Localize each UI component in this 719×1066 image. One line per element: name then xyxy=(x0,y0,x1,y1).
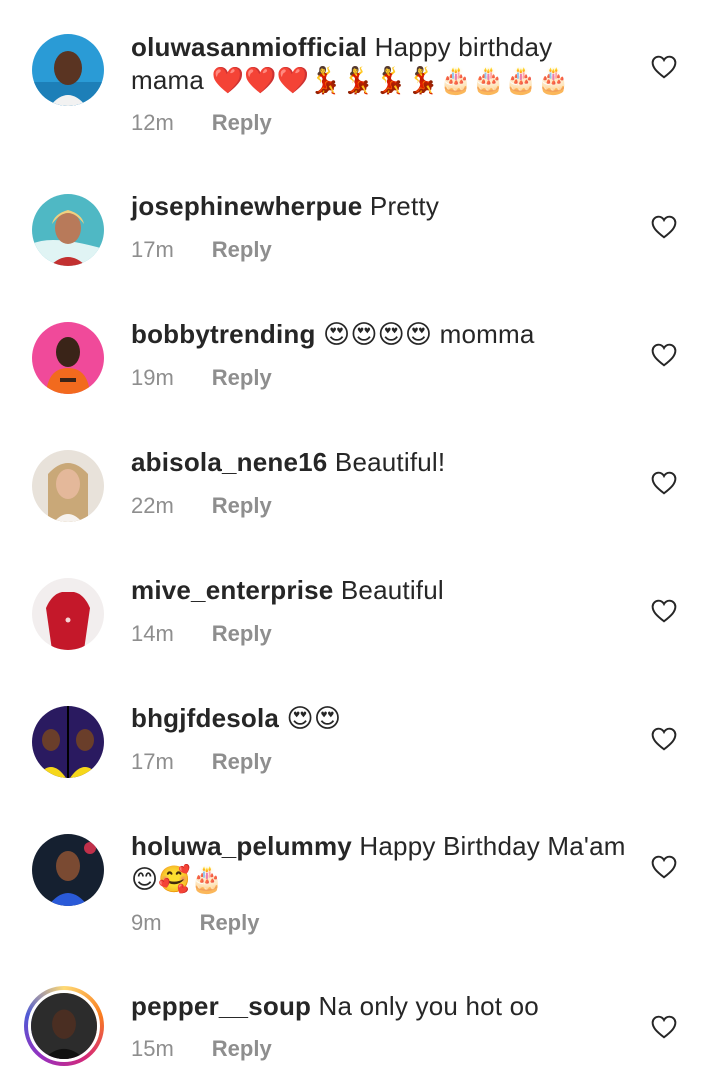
avatar-image xyxy=(28,990,100,1062)
comment-meta: 17m Reply xyxy=(131,235,272,265)
comment-username[interactable]: bobbytrending xyxy=(131,319,316,349)
comment-username[interactable]: abisola_nene16 xyxy=(131,447,327,477)
comment-text: abisola_nene16 Beautiful! xyxy=(131,446,631,479)
comment-time: 17m xyxy=(131,237,174,262)
reply-button[interactable]: Reply xyxy=(212,365,272,390)
avatar[interactable] xyxy=(24,986,104,1066)
comment-meta: 15m Reply xyxy=(131,1034,272,1064)
comment-body: 😍😍😍😍 momma xyxy=(323,319,535,349)
comment-body: Pretty xyxy=(369,191,440,221)
reply-button[interactable]: Reply xyxy=(200,910,260,935)
comment-time: 17m xyxy=(131,749,174,774)
comment-meta: 17m Reply xyxy=(131,747,272,777)
comment-time: 15m xyxy=(131,1036,174,1061)
comment-text: bobbytrending 😍😍😍😍 momma xyxy=(131,318,631,351)
comment-text: bhgjfdesola 😍😍 xyxy=(131,702,631,735)
avatar[interactable] xyxy=(32,706,104,778)
heart-outline-icon[interactable] xyxy=(651,55,677,79)
comment-time: 14m xyxy=(131,621,174,646)
reply-button[interactable]: Reply xyxy=(212,110,272,135)
comment-time: 9m xyxy=(131,910,162,935)
avatar[interactable] xyxy=(32,322,104,394)
comment-body: 😍😍 xyxy=(286,703,342,733)
avatar[interactable] xyxy=(32,450,104,522)
heart-outline-icon[interactable] xyxy=(651,727,677,751)
comment-body: Na only you hot oo xyxy=(318,991,539,1021)
reply-button[interactable]: Reply xyxy=(212,237,272,262)
comment-time: 22m xyxy=(131,493,174,518)
comment-meta: 22m Reply xyxy=(131,491,272,521)
avatar[interactable] xyxy=(32,834,104,906)
heart-outline-icon[interactable] xyxy=(651,215,677,239)
comment-meta: 12m Reply xyxy=(131,108,272,138)
comment-username[interactable]: bhgjfdesola xyxy=(131,703,279,733)
comment-username[interactable]: pepper__soup xyxy=(131,991,311,1021)
comment-text: pepper__soup Na only you hot oo xyxy=(131,990,631,1023)
comment-time: 19m xyxy=(131,365,174,390)
heart-outline-icon[interactable] xyxy=(651,855,677,879)
comment-username[interactable]: oluwasanmiofficial xyxy=(131,32,367,62)
reply-button[interactable]: Reply xyxy=(212,1036,272,1061)
heart-outline-icon[interactable] xyxy=(651,1015,677,1039)
avatar[interactable] xyxy=(32,578,104,650)
comment-meta: 9m Reply xyxy=(131,908,259,938)
avatar[interactable] xyxy=(32,194,104,266)
heart-outline-icon[interactable] xyxy=(651,599,677,623)
comment-username[interactable]: mive_enterprise xyxy=(131,575,333,605)
reply-button[interactable]: Reply xyxy=(212,621,272,646)
comment-body: Beautiful! xyxy=(334,447,446,477)
comment-text: josephinewherpue Pretty xyxy=(131,190,631,223)
heart-outline-icon[interactable] xyxy=(651,471,677,495)
avatar[interactable] xyxy=(32,34,104,106)
comment-meta: 19m Reply xyxy=(131,363,272,393)
comment-meta: 14m Reply xyxy=(131,619,272,649)
comment-body: Beautiful xyxy=(340,575,444,605)
comment-username[interactable]: josephinewherpue xyxy=(131,191,362,221)
comment-time: 12m xyxy=(131,110,174,135)
reply-button[interactable]: Reply xyxy=(212,749,272,774)
reply-button[interactable]: Reply xyxy=(212,493,272,518)
comment-username[interactable]: holuwa_pelummy xyxy=(131,831,352,861)
heart-outline-icon[interactable] xyxy=(651,343,677,367)
comment-text: mive_enterprise Beautiful xyxy=(131,574,631,607)
comment-text: oluwasanmiofficial Happy birthday mama ❤… xyxy=(131,31,631,97)
comment-text: holuwa_pelummy Happy Birthday Ma'am 😊🥰🎂 xyxy=(131,830,631,896)
